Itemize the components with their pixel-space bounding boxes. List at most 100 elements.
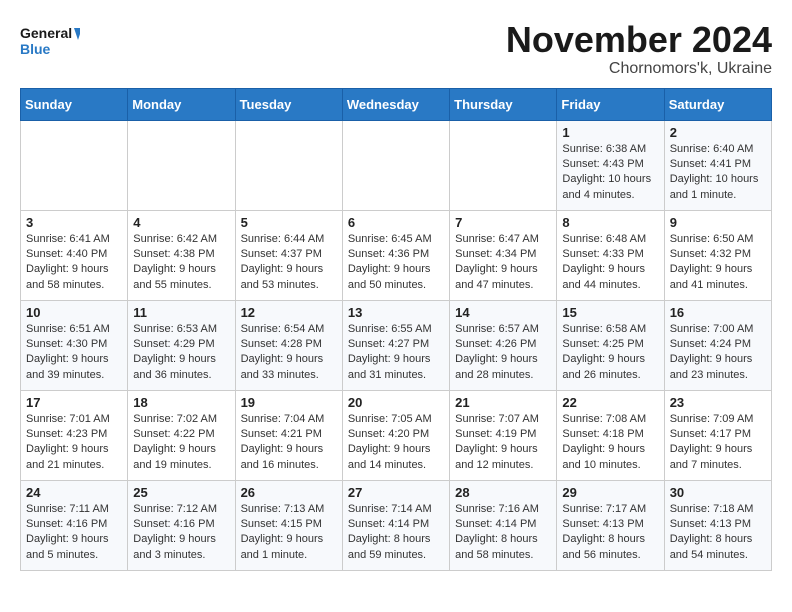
cell-3-6: 15 Sunrise: 6:58 AM Sunset: 4:25 PM Dayli… [557,300,664,390]
day-info: Sunrise: 6:42 AM Sunset: 4:38 PM Dayligh… [133,232,229,294]
day-info: Sunrise: 6:57 AM Sunset: 4:26 PM Dayligh… [455,322,551,384]
cell-2-3: 5Sunrise: 6:44 AM Sunset: 4:37 PM Daylig… [235,210,342,300]
day-info: Sunrise: 6:48 AM Sunset: 4:33 PM Dayligh… [562,232,658,294]
cell-4-2: 18 Sunrise: 7:02 AM Sunset: 4:22 PM Dayli… [128,390,235,480]
day-number: 12 [241,305,337,320]
day-info: Sunrise: 7:08 AM Sunset: 4:18 PM Dayligh… [562,412,658,474]
calendar-header: SundayMondayTuesdayWednesdayThursdayFrid… [21,88,772,120]
cell-5-3: 26Sunrise: 7:13 AM Sunset: 4:15 PM Dayli… [235,480,342,570]
header-sunday: Sunday [21,88,128,120]
cell-5-6: 29 Sunrise: 7:17 AM Sunset: 4:13 PM Dayli… [557,480,664,570]
day-info: Sunrise: 6:55 AM Sunset: 4:27 PM Dayligh… [348,322,444,384]
cell-3-1: 10 Sunrise: 6:51 AM Sunset: 4:30 PM Dayli… [21,300,128,390]
day-info: Sunrise: 7:14 AM Sunset: 4:14 PM Dayligh… [348,502,444,564]
day-number: 26 [241,485,337,500]
day-number: 23 [670,395,766,410]
day-info: Sunrise: 6:41 AM Sunset: 4:40 PM Dayligh… [26,232,122,294]
day-info: Sunrise: 7:11 AM Sunset: 4:16 PM Dayligh… [26,502,122,564]
day-number: 28 [455,485,551,500]
day-number: 8 [562,215,658,230]
day-info: Sunrise: 7:12 AM Sunset: 4:16 PM Dayligh… [133,502,229,564]
week-row-3: 10 Sunrise: 6:51 AM Sunset: 4:30 PM Dayli… [21,300,772,390]
day-number: 22 [562,395,658,410]
cell-3-3: 12 Sunrise: 6:54 AM Sunset: 4:28 PM Dayli… [235,300,342,390]
day-info: Sunrise: 6:50 AM Sunset: 4:32 PM Dayligh… [670,232,766,294]
day-number: 20 [348,395,444,410]
cell-4-7: 23 Sunrise: 7:09 AM Sunset: 4:17 PM Dayli… [664,390,771,480]
calendar-table: SundayMondayTuesdayWednesdayThursdayFrid… [20,88,772,571]
page-header: General Blue November 2024 Chornomors'k,… [20,20,772,78]
day-info: Sunrise: 6:38 AM Sunset: 4:43 PM Dayligh… [562,142,658,204]
day-number: 13 [348,305,444,320]
week-row-4: 17 Sunrise: 7:01 AM Sunset: 4:23 PM Dayli… [21,390,772,480]
day-number: 5 [241,215,337,230]
day-info: Sunrise: 6:51 AM Sunset: 4:30 PM Dayligh… [26,322,122,384]
header-wednesday: Wednesday [342,88,449,120]
cell-1-4 [342,120,449,210]
day-number: 29 [562,485,658,500]
day-number: 15 [562,305,658,320]
cell-5-2: 25 Sunrise: 7:12 AM Sunset: 4:16 PM Dayli… [128,480,235,570]
cell-3-2: 11Sunrise: 6:53 AM Sunset: 4:29 PM Dayli… [128,300,235,390]
day-info: Sunrise: 6:58 AM Sunset: 4:25 PM Dayligh… [562,322,658,384]
day-info: Sunrise: 7:01 AM Sunset: 4:23 PM Dayligh… [26,412,122,474]
cell-2-4: 6Sunrise: 6:45 AM Sunset: 4:36 PM Daylig… [342,210,449,300]
header-monday: Monday [128,88,235,120]
day-info: Sunrise: 6:53 AM Sunset: 4:29 PM Dayligh… [133,322,229,384]
location: Chornomors'k, Ukraine [506,60,772,78]
cell-2-2: 4Sunrise: 6:42 AM Sunset: 4:38 PM Daylig… [128,210,235,300]
day-info: Sunrise: 7:02 AM Sunset: 4:22 PM Dayligh… [133,412,229,474]
cell-4-5: 21 Sunrise: 7:07 AM Sunset: 4:19 PM Dayli… [450,390,557,480]
header-saturday: Saturday [664,88,771,120]
day-number: 1 [562,125,658,140]
cell-3-4: 13 Sunrise: 6:55 AM Sunset: 4:27 PM Dayli… [342,300,449,390]
svg-text:General: General [20,25,72,41]
cell-1-5 [450,120,557,210]
cell-2-7: 9 Sunrise: 6:50 AM Sunset: 4:32 PM Daylig… [664,210,771,300]
day-info: Sunrise: 7:07 AM Sunset: 4:19 PM Dayligh… [455,412,551,474]
cell-4-6: 22 Sunrise: 7:08 AM Sunset: 4:18 PM Dayli… [557,390,664,480]
day-info: Sunrise: 7:00 AM Sunset: 4:24 PM Dayligh… [670,322,766,384]
cell-1-3 [235,120,342,210]
day-number: 30 [670,485,766,500]
day-info: Sunrise: 7:17 AM Sunset: 4:13 PM Dayligh… [562,502,658,564]
cell-5-5: 28 Sunrise: 7:16 AM Sunset: 4:14 PM Dayli… [450,480,557,570]
header-thursday: Thursday [450,88,557,120]
day-info: Sunrise: 6:40 AM Sunset: 4:41 PM Dayligh… [670,142,766,204]
week-row-5: 24Sunrise: 7:11 AM Sunset: 4:16 PM Dayli… [21,480,772,570]
cell-5-7: 30 Sunrise: 7:18 AM Sunset: 4:13 PM Dayli… [664,480,771,570]
day-number: 19 [241,395,337,410]
cell-5-1: 24Sunrise: 7:11 AM Sunset: 4:16 PM Dayli… [21,480,128,570]
day-info: Sunrise: 6:54 AM Sunset: 4:28 PM Dayligh… [241,322,337,384]
cell-3-5: 14 Sunrise: 6:57 AM Sunset: 4:26 PM Dayli… [450,300,557,390]
month-title: November 2024 [506,20,772,60]
day-number: 9 [670,215,766,230]
day-number: 2 [670,125,766,140]
day-number: 25 [133,485,229,500]
day-number: 3 [26,215,122,230]
day-info: Sunrise: 6:47 AM Sunset: 4:34 PM Dayligh… [455,232,551,294]
day-info: Sunrise: 7:04 AM Sunset: 4:21 PM Dayligh… [241,412,337,474]
day-number: 16 [670,305,766,320]
cell-1-6: 1 Sunrise: 6:38 AM Sunset: 4:43 PM Daylig… [557,120,664,210]
day-number: 10 [26,305,122,320]
day-info: Sunrise: 6:45 AM Sunset: 4:36 PM Dayligh… [348,232,444,294]
day-number: 18 [133,395,229,410]
day-number: 14 [455,305,551,320]
week-row-2: 3 Sunrise: 6:41 AM Sunset: 4:40 PM Daylig… [21,210,772,300]
cell-4-1: 17 Sunrise: 7:01 AM Sunset: 4:23 PM Dayli… [21,390,128,480]
day-number: 7 [455,215,551,230]
cell-2-1: 3 Sunrise: 6:41 AM Sunset: 4:40 PM Daylig… [21,210,128,300]
day-number: 21 [455,395,551,410]
logo: General Blue [20,20,80,65]
cell-3-7: 16 Sunrise: 7:00 AM Sunset: 4:24 PM Dayli… [664,300,771,390]
cell-4-4: 20Sunrise: 7:05 AM Sunset: 4:20 PM Dayli… [342,390,449,480]
day-info: Sunrise: 7:09 AM Sunset: 4:17 PM Dayligh… [670,412,766,474]
day-number: 17 [26,395,122,410]
day-info: Sunrise: 7:16 AM Sunset: 4:14 PM Dayligh… [455,502,551,564]
day-info: Sunrise: 7:18 AM Sunset: 4:13 PM Dayligh… [670,502,766,564]
svg-text:Blue: Blue [20,41,51,57]
calendar-body: 1 Sunrise: 6:38 AM Sunset: 4:43 PM Daylig… [21,120,772,570]
day-number: 27 [348,485,444,500]
week-row-1: 1 Sunrise: 6:38 AM Sunset: 4:43 PM Daylig… [21,120,772,210]
